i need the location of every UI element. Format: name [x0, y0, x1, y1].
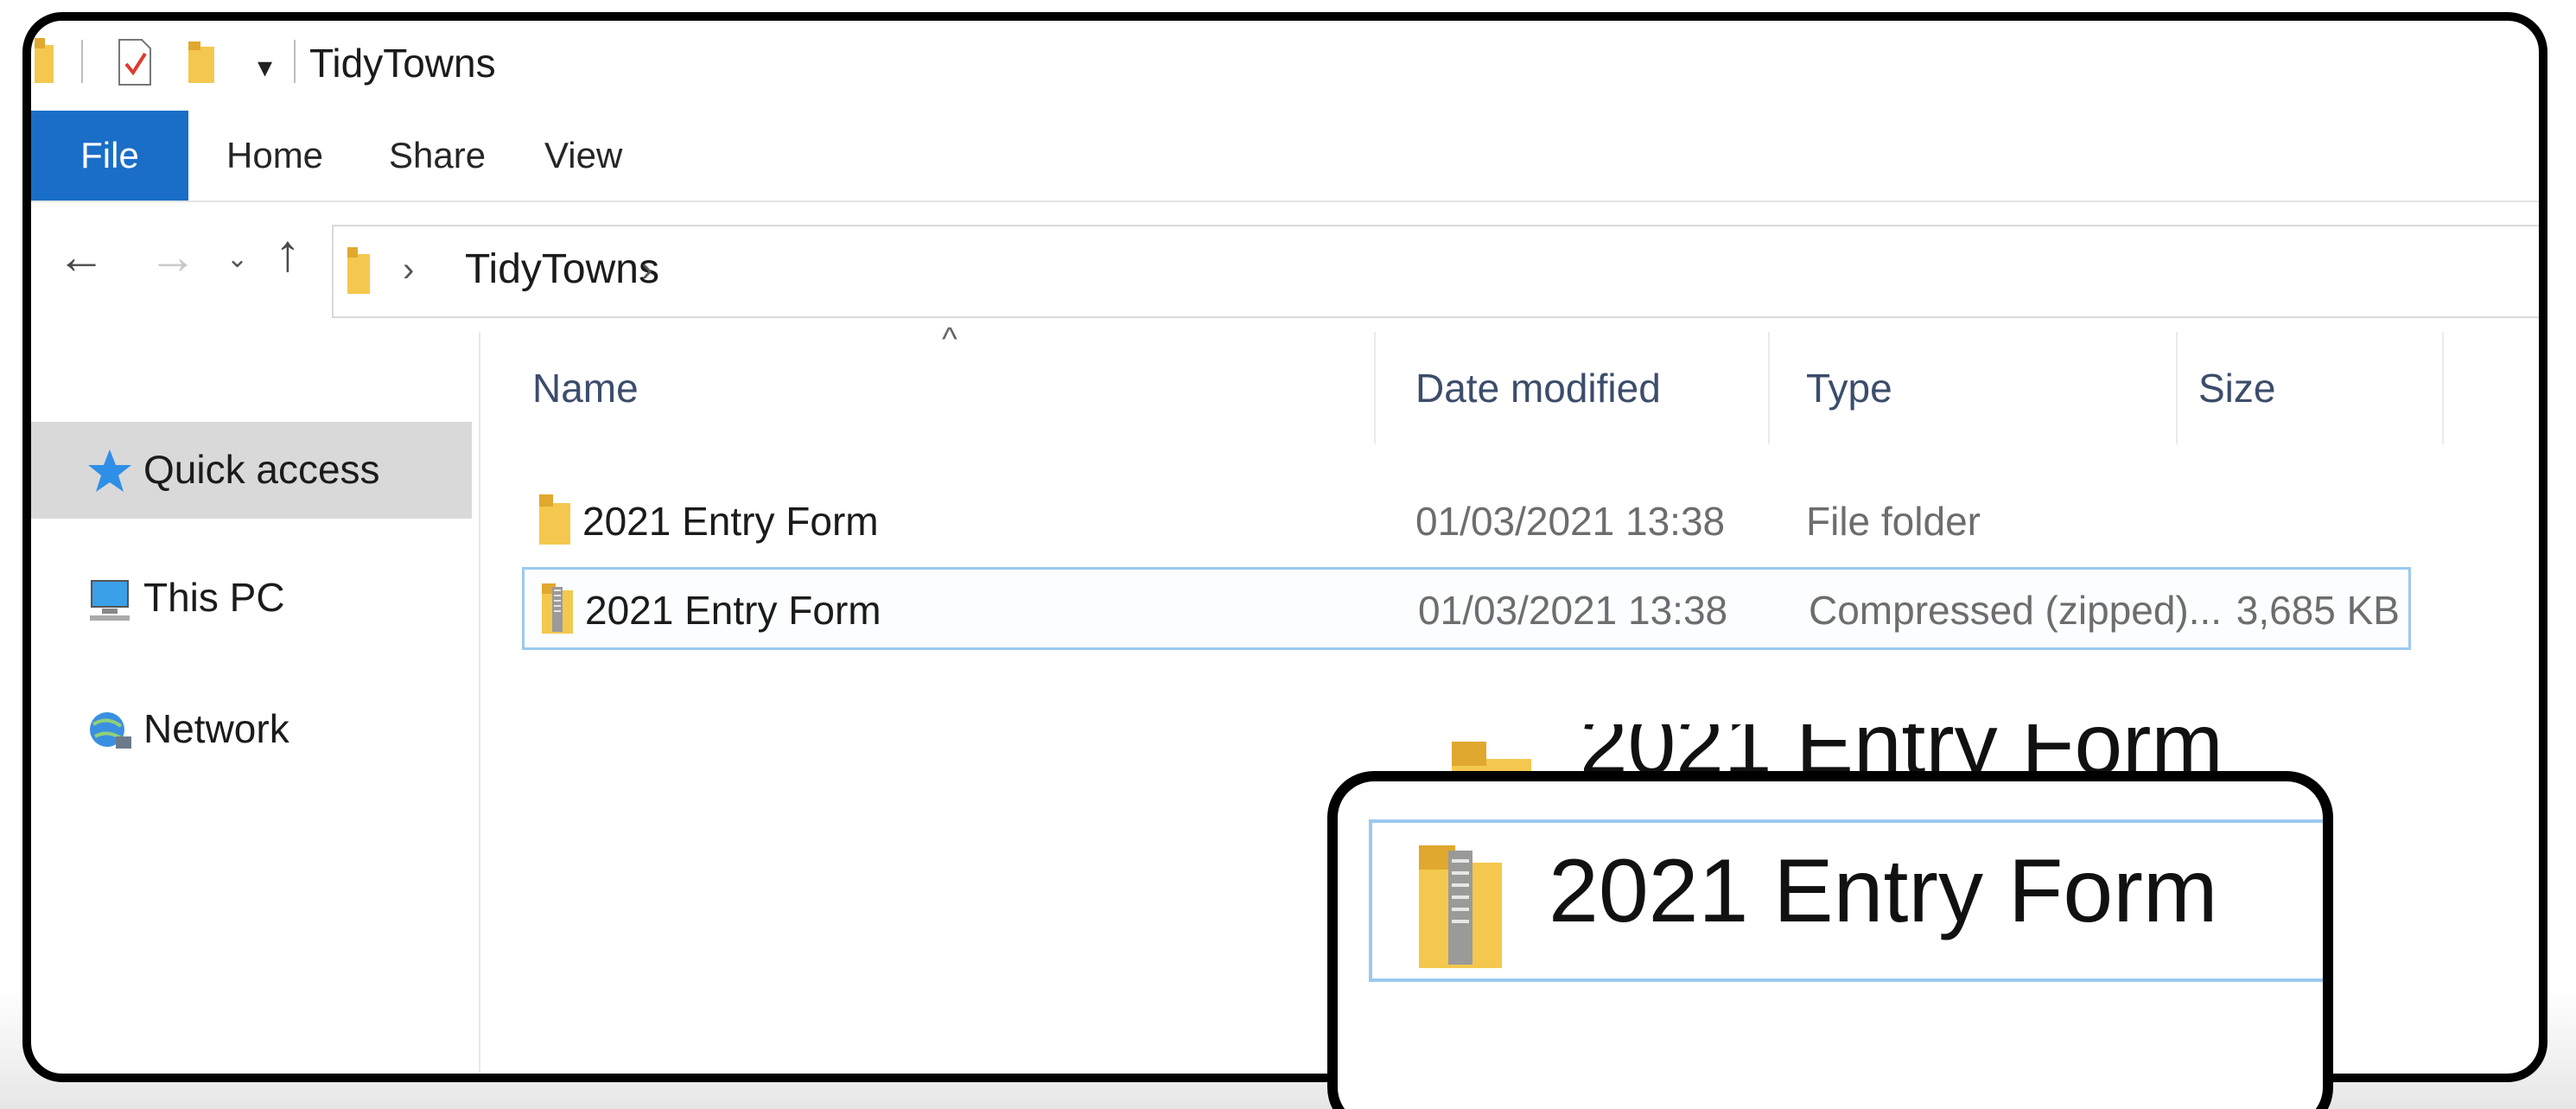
toolbar-separator: [81, 40, 83, 83]
zoom-callout: 2021 Entry Form: [1327, 771, 2333, 1109]
column-headers: ^ Name Date modified Type Size: [498, 322, 2468, 444]
file-size: 3,685 KB: [2236, 588, 2400, 633]
breadcrumb-chevron[interactable]: ›: [641, 251, 652, 290]
tab-file[interactable]: File: [31, 111, 188, 201]
breadcrumb-chevron[interactable]: ›: [403, 251, 414, 290]
zoom-callout-label: 2021 Entry Form: [1549, 841, 2218, 941]
column-header-name[interactable]: Name: [532, 365, 639, 411]
new-folder-icon[interactable]: [187, 40, 216, 85]
sidebar-item-label: Quick access: [143, 447, 380, 492]
column-header-type[interactable]: Type: [1806, 365, 1892, 411]
column-header-date-modified[interactable]: Date modified: [1415, 365, 1661, 411]
star-icon: [88, 449, 131, 492]
folder-icon: [539, 494, 570, 545]
folder-icon: [347, 247, 370, 294]
forward-button[interactable]: →: [149, 228, 197, 284]
breadcrumb-tidytowns[interactable]: TidyTowns: [465, 245, 659, 293]
window-title: TidyTowns: [309, 41, 496, 86]
tab-home[interactable]: Home: [226, 111, 323, 201]
back-button[interactable]: ←: [57, 228, 105, 284]
sidebar-item-network[interactable]: Network: [31, 681, 472, 778]
file-row-zip[interactable]: 2021 Entry Form 01/03/2021 13:38 Compres…: [522, 567, 2411, 650]
zip-folder-icon: [542, 583, 573, 634]
zip-folder-icon: [1419, 845, 1502, 968]
navigation-pane: Quick access This PC Network: [31, 332, 480, 1074]
file-row-folder[interactable]: 2021 Entry Form 01/03/2021 13:38 File fo…: [522, 481, 2411, 564]
file-type: File folder: [1806, 499, 1981, 544]
title-bar: ▾ TidyTowns: [31, 21, 2539, 104]
column-header-size[interactable]: Size: [2198, 365, 2275, 411]
sidebar-item-quick-access[interactable]: Quick access: [31, 422, 472, 519]
column-divider[interactable]: [2442, 332, 2444, 444]
file-date-modified: 01/03/2021 13:38: [1418, 588, 1728, 633]
sidebar-item-label: This PC: [143, 575, 285, 620]
tab-view[interactable]: View: [544, 111, 622, 201]
folder-icon: [35, 38, 54, 83]
zoom-callout-row: 2021 Entry Form: [1369, 819, 2323, 982]
column-divider[interactable]: [2176, 332, 2178, 444]
sidebar-item-this-pc[interactable]: This PC: [31, 550, 472, 647]
navigation-bar: ← → ⌄ ↑ › TidyTowns ›: [31, 206, 2539, 318]
file-type: Compressed (zipped)...: [1809, 588, 2223, 633]
sidebar-item-label: Network: [143, 706, 289, 751]
quick-access-toolbar-dropdown[interactable]: ▾: [258, 50, 272, 85]
sort-indicator: ^: [942, 322, 957, 358]
file-date-modified: 01/03/2021 13:38: [1415, 499, 1726, 544]
column-divider[interactable]: [1768, 332, 1770, 444]
properties-icon[interactable]: [118, 38, 152, 86]
up-button[interactable]: ↑: [275, 223, 301, 283]
toolbar-separator: [294, 40, 296, 83]
computer-icon: [90, 580, 130, 621]
recent-locations-button[interactable]: ⌄: [226, 244, 248, 274]
file-name: 2021 Entry Form: [585, 588, 881, 633]
tab-share[interactable]: Share: [389, 111, 486, 201]
file-name: 2021 Entry Form: [582, 499, 879, 544]
ribbon-tabs: File Home Share View: [31, 111, 2539, 202]
column-divider[interactable]: [1374, 332, 1376, 444]
network-icon: [90, 712, 131, 749]
address-bar[interactable]: › TidyTowns ›: [332, 225, 2539, 318]
